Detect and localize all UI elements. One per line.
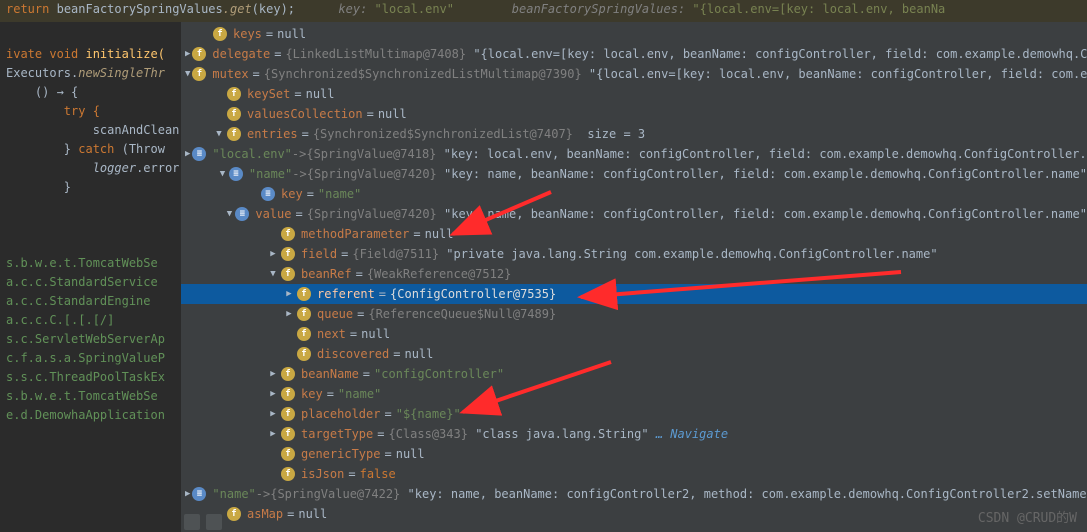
field-icon: f — [297, 287, 311, 301]
list-icon: ≡ — [192, 147, 206, 161]
field-icon: f — [192, 67, 206, 81]
tree-row[interactable]: ▼fentries={Synchronized$SynchronizedList… — [181, 124, 1087, 144]
tree-row[interactable]: fdiscovered=null — [181, 344, 1087, 364]
tool-icon[interactable] — [184, 514, 200, 530]
list-icon: ≡ — [229, 167, 243, 181]
field-icon: f — [281, 267, 295, 281]
tree-row[interactable]: fvaluesCollection=null — [181, 104, 1087, 124]
tree-row[interactable]: fmethodParameter=null — [181, 224, 1087, 244]
list-icon: ≡ — [192, 487, 206, 501]
tree-row[interactable]: fkeys=null — [181, 24, 1087, 44]
tree-row[interactable]: ▶≡"name" -> {SpringValue@7422} "key: nam… — [181, 484, 1087, 504]
expand-icon[interactable]: ▶ — [185, 484, 190, 504]
expand-icon[interactable]: ▶ — [267, 244, 279, 264]
tree-row[interactable]: ▼≡"name" -> {SpringValue@7420} "key: nam… — [181, 164, 1087, 184]
expand-icon[interactable]: ▶ — [283, 304, 295, 324]
toolbar-icons — [184, 514, 222, 530]
collapse-icon[interactable]: ▼ — [213, 124, 225, 144]
field-icon: f — [281, 467, 295, 481]
collapse-icon[interactable]: ▼ — [185, 64, 190, 84]
tree-row[interactable]: ▶fbeanName="configController" — [181, 364, 1087, 384]
debugger-variables-pane[interactable]: fkeys=null ▶fdelegate={LinkedListMultima… — [181, 22, 1087, 532]
tree-row[interactable]: fasMap=null — [181, 504, 1087, 524]
editor-pane[interactable]: ivate void initialize( Executors.newSing… — [0, 22, 181, 532]
field-icon: f — [213, 27, 227, 41]
field-icon: f — [227, 87, 241, 101]
field-icon: f — [297, 347, 311, 361]
tree-row[interactable]: ≡key="name" — [181, 184, 1087, 204]
list-icon: ≡ — [235, 207, 249, 221]
field-icon: f — [227, 507, 241, 521]
field-icon: f — [281, 407, 295, 421]
field-icon: f — [281, 367, 295, 381]
tree-row[interactable]: ▶ftargetType={Class@343} "class java.lan… — [181, 424, 1087, 444]
field-icon: f — [192, 47, 206, 61]
field-icon: f — [227, 127, 241, 141]
field-icon: f — [281, 247, 295, 261]
expand-icon[interactable]: ▶ — [267, 404, 279, 424]
tree-row[interactable]: ▶fqueue={ReferenceQueue$Null@7489} — [181, 304, 1087, 324]
field-icon: f — [281, 427, 295, 441]
collapse-icon[interactable]: ▼ — [267, 264, 279, 284]
expand-icon[interactable]: ▶ — [267, 384, 279, 404]
tree-row[interactable]: ▶fplaceholder="${name}" — [181, 404, 1087, 424]
field-icon: f — [297, 327, 311, 341]
field-icon: f — [281, 447, 295, 461]
expand-icon[interactable]: ▶ — [185, 144, 190, 164]
return-keyword: return — [6, 2, 49, 16]
tree-row[interactable]: ▶ffield={Field@7511} "private java.lang.… — [181, 244, 1087, 264]
field-icon: f — [297, 307, 311, 321]
tool-icon[interactable] — [206, 514, 222, 530]
field-icon: f — [281, 387, 295, 401]
expand-icon[interactable]: ▶ — [283, 284, 295, 304]
expand-icon[interactable]: ▶ — [267, 424, 279, 444]
collapse-icon[interactable]: ▼ — [218, 164, 227, 184]
field-icon: f — [227, 107, 241, 121]
tree-row[interactable]: fkeySet=null — [181, 84, 1087, 104]
tree-row[interactable]: ▼fbeanRef={WeakReference@7512} — [181, 264, 1087, 284]
tree-row[interactable]: fnext=null — [181, 324, 1087, 344]
navigate-link[interactable]: … Navigate — [656, 424, 728, 444]
tree-row[interactable]: fgenericType=null — [181, 444, 1087, 464]
tree-row[interactable]: fisJson=false — [181, 464, 1087, 484]
tree-row[interactable]: ▼≡value={SpringValue@7420} "key: name, b… — [181, 204, 1087, 224]
tree-row[interactable]: ▶≡"local.env" -> {SpringValue@7418} "key… — [181, 144, 1087, 164]
field-icon: f — [281, 227, 295, 241]
expand-icon[interactable]: ▶ — [185, 44, 190, 64]
tree-row[interactable]: ▶fdelegate={LinkedListMultimap@7408} "{l… — [181, 44, 1087, 64]
tree-row[interactable]: ▶fkey="name" — [181, 384, 1087, 404]
collapse-icon[interactable]: ▼ — [226, 204, 234, 224]
tree-row[interactable]: ▼fmutex={Synchronized$SynchronizedListMu… — [181, 64, 1087, 84]
watermark-text: CSDN @CRUD的W — [978, 507, 1077, 526]
expand-icon[interactable]: ▶ — [267, 364, 279, 384]
list-icon: ≡ — [261, 187, 275, 201]
evaluation-bar: return beanFactorySpringValues.get(key);… — [0, 0, 1087, 22]
tree-row-selected[interactable]: ▶freferent={ConfigController@7535} — [181, 284, 1087, 304]
